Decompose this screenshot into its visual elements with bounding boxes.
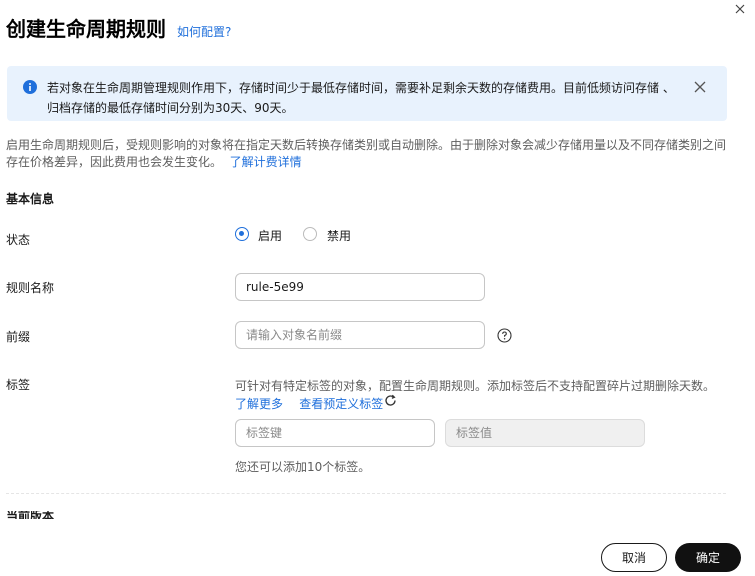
prefix-input[interactable]: [235, 321, 485, 349]
tag-value-input[interactable]: [445, 419, 645, 447]
next-section-heading: 当前版本: [6, 511, 66, 519]
refresh-icon[interactable]: [383, 393, 398, 408]
prefix-label: 前缀: [6, 330, 31, 344]
dialog-title-text: 创建生命周期规则: [6, 17, 166, 41]
status-enable-radio[interactable]: [235, 227, 249, 241]
status-disable-radio[interactable]: [303, 227, 317, 241]
status-disable-label[interactable]: 禁用: [327, 227, 351, 244]
close-icon[interactable]: [733, 2, 749, 18]
status-enable-label[interactable]: 启用: [258, 227, 282, 244]
how-to-configure-link[interactable]: 如何配置?: [177, 25, 231, 39]
next-section-heading-text: 当前版本: [6, 511, 55, 519]
cancel-button[interactable]: 取消: [601, 543, 667, 572]
section-divider: [6, 493, 726, 494]
tag-label: 标签: [6, 378, 31, 392]
description-line-2: 存在价格差异，因此费用也会发生变化。: [6, 155, 223, 169]
info-icon: [23, 80, 37, 94]
notice-close-icon[interactable]: [693, 80, 707, 94]
tag-links: 了解更多 查看预定义标签: [235, 393, 383, 412]
view-predefined-tags-link[interactable]: 查看预定义标签: [299, 397, 383, 411]
rule-name-input[interactable]: [235, 273, 485, 301]
confirm-button[interactable]: 确定: [675, 543, 741, 572]
description-line-1: 启用生命周期规则后，受规则影响的对象将在指定天数后转换存储类别或自动删除。由于删…: [6, 138, 727, 152]
dialog-title: 创建生命周期规则 如何配置?: [6, 13, 231, 42]
billing-details-link[interactable]: 了解计费详情: [230, 155, 302, 169]
tag-key-input[interactable]: [235, 419, 435, 447]
notice-banner: 若对象在生命周期管理规则作用下，存储时间少于最低存储时间，需要补足剩余天数的存储…: [7, 66, 727, 121]
tag-hint-text: 可针对有特定标签的对象，配置生命周期规则。添加标签后不支持配置碎片过期删除天数。: [235, 379, 716, 393]
rule-name-label: 规则名称: [6, 281, 55, 295]
status-label: 状态: [6, 233, 31, 247]
notice-text: 若对象在生命周期管理规则作用下，存储时间少于最低存储时间，需要补足剩余天数的存储…: [47, 78, 687, 118]
notice-line-2: 归档存储的最低存储时间分别为30天、90天。: [47, 101, 294, 115]
tag-remaining-hint: 您还可以添加10个标签。: [235, 460, 371, 474]
rule-description: 启用生命周期规则后，受规则影响的对象将在指定天数后转换存储类别或自动删除。由于删…: [6, 137, 728, 171]
learn-more-link[interactable]: 了解更多: [235, 397, 283, 411]
notice-line-1: 若对象在生命周期管理规则作用下，存储时间少于最低存储时间，需要补足剩余天数的存储…: [47, 81, 675, 95]
help-icon[interactable]: [497, 328, 512, 343]
basic-info-heading: 基本信息: [6, 192, 55, 206]
